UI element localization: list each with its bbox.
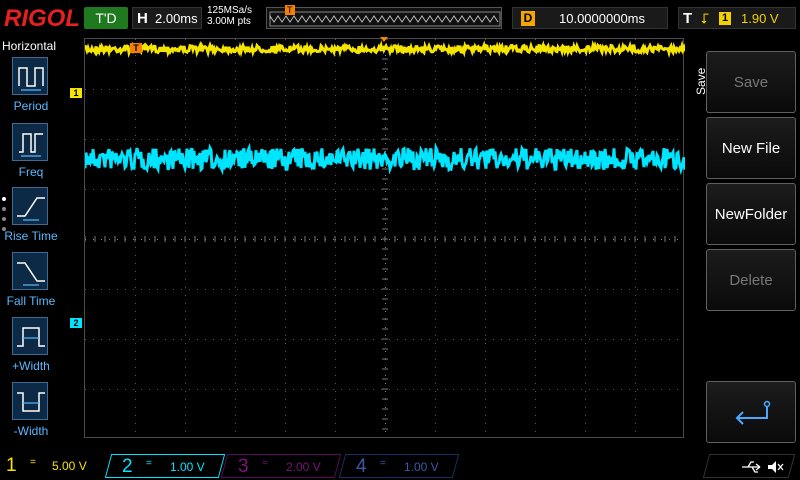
delete-button[interactable]: Delete (706, 249, 796, 311)
save-menu: Save Save New File NewFolder Delete (686, 37, 800, 450)
new-folder-button[interactable]: NewFolder (706, 183, 796, 245)
trigger-source: 1 (719, 12, 731, 25)
measure-positive-width-label: +Width (12, 359, 50, 373)
top-status-bar: RIGOL T'D H 2.00ms 125MSa/s 3.00M pts T … (0, 0, 800, 37)
ch2-coupling-icon: = (145, 458, 152, 469)
sound-muted-icon[interactable] (766, 459, 784, 475)
ch1-status[interactable]: 1 = 5.00 V (0, 454, 100, 478)
new-file-button[interactable]: New File (706, 117, 796, 179)
period-icon (12, 57, 48, 95)
ch2-trace (85, 142, 685, 176)
acquisition-info: 125MSa/s 3.00M pts (207, 5, 252, 27)
freq-icon (12, 123, 48, 161)
ch1-scale: 5.00 V (52, 459, 87, 473)
measure-freq-button[interactable]: Freq (0, 123, 62, 185)
ch3-coupling-icon: = (261, 458, 268, 469)
trigger-box[interactable]: T ⮦ 1 1.90 V (678, 7, 796, 29)
ch3-scale: 2.00 V (285, 460, 321, 474)
ch1-number: 1 (6, 455, 17, 476)
trigger-key: T (683, 10, 693, 27)
measure-fall-time-label: Fall Time (6, 294, 56, 308)
ch4-number: 4 (355, 456, 367, 477)
ch2-status[interactable]: 2 = 1.00 V (104, 454, 226, 478)
negative-width-icon (12, 382, 48, 420)
measure-negative-width-label: -Width (13, 424, 49, 438)
measure-period-button[interactable]: Period (0, 57, 62, 119)
measure-rise-time-button[interactable]: Rise Time (0, 187, 62, 249)
horizontal-scale-box[interactable]: H 2.00ms (132, 7, 202, 29)
ch2-number: 2 (121, 456, 133, 477)
delay-value: 10.0000000ms (559, 11, 646, 26)
ch1-coupling-icon: = (30, 457, 36, 468)
horizontal-key: H (137, 10, 148, 27)
positive-width-icon (12, 317, 48, 355)
trigger-level-marker[interactable] (380, 37, 388, 42)
fall-time-icon (12, 252, 48, 290)
return-icon (735, 400, 771, 425)
run-status-badge[interactable]: T'D (84, 7, 128, 29)
trigger-position-marker[interactable]: T (130, 43, 142, 53)
sample-rate: 125MSa/s (207, 5, 253, 16)
trigger-level: 1.90 V (741, 11, 779, 26)
return-button[interactable] (706, 381, 796, 443)
measure-freq-label: Freq (18, 165, 44, 179)
ch4-coupling-icon: = (379, 458, 386, 469)
delay-box[interactable]: D 10.0000000ms (512, 7, 668, 29)
waveform-display[interactable]: T (84, 38, 685, 438)
measure-menu: Horizontal Period Freq Rise Time Fall Ti… (0, 37, 62, 450)
measure-period-label: Period (13, 99, 49, 113)
trigger-edge-icon: ⮦ (701, 10, 710, 26)
save-button[interactable]: Save (706, 51, 796, 113)
ch1-trace (85, 40, 685, 59)
ch3-number: 3 (237, 456, 249, 477)
memory-waveform-preview (269, 11, 501, 27)
memory-trigger-marker: T (285, 5, 295, 15)
ch2-scale: 1.00 V (169, 460, 205, 474)
delay-key: D (521, 11, 535, 26)
measure-menu-title: Horizontal (2, 39, 57, 53)
waveform-traces (85, 40, 685, 176)
ch3-status[interactable]: 3 = 2.00 V (220, 454, 342, 478)
horizontal-scale-value: 2.00ms (155, 11, 198, 26)
ch2-offset-marker[interactable]: 2 (70, 318, 82, 328)
usb-icon (742, 461, 761, 473)
rise-time-icon (12, 187, 48, 225)
measure-negative-width-button[interactable]: -Width (0, 382, 62, 444)
ch1-offset-marker[interactable]: 1 (70, 88, 82, 98)
measure-positive-width-button[interactable]: +Width (0, 317, 62, 379)
ch4-scale: 1.00 V (403, 460, 439, 474)
brand-logo: RIGOL (4, 5, 80, 32)
measure-fall-time-button[interactable]: Fall Time (0, 252, 62, 314)
channel-status-bar: 1 = 5.00 V 2 = 1.00 V 3 = 2.00 V 4 = 1.0… (0, 452, 800, 480)
memory-overview[interactable]: T (266, 5, 502, 29)
memory-depth: 3.00M pts (207, 16, 251, 27)
ch4-status[interactable]: 4 = 1.00 V (338, 454, 460, 478)
measure-rise-time-label: Rise Time (4, 229, 58, 243)
